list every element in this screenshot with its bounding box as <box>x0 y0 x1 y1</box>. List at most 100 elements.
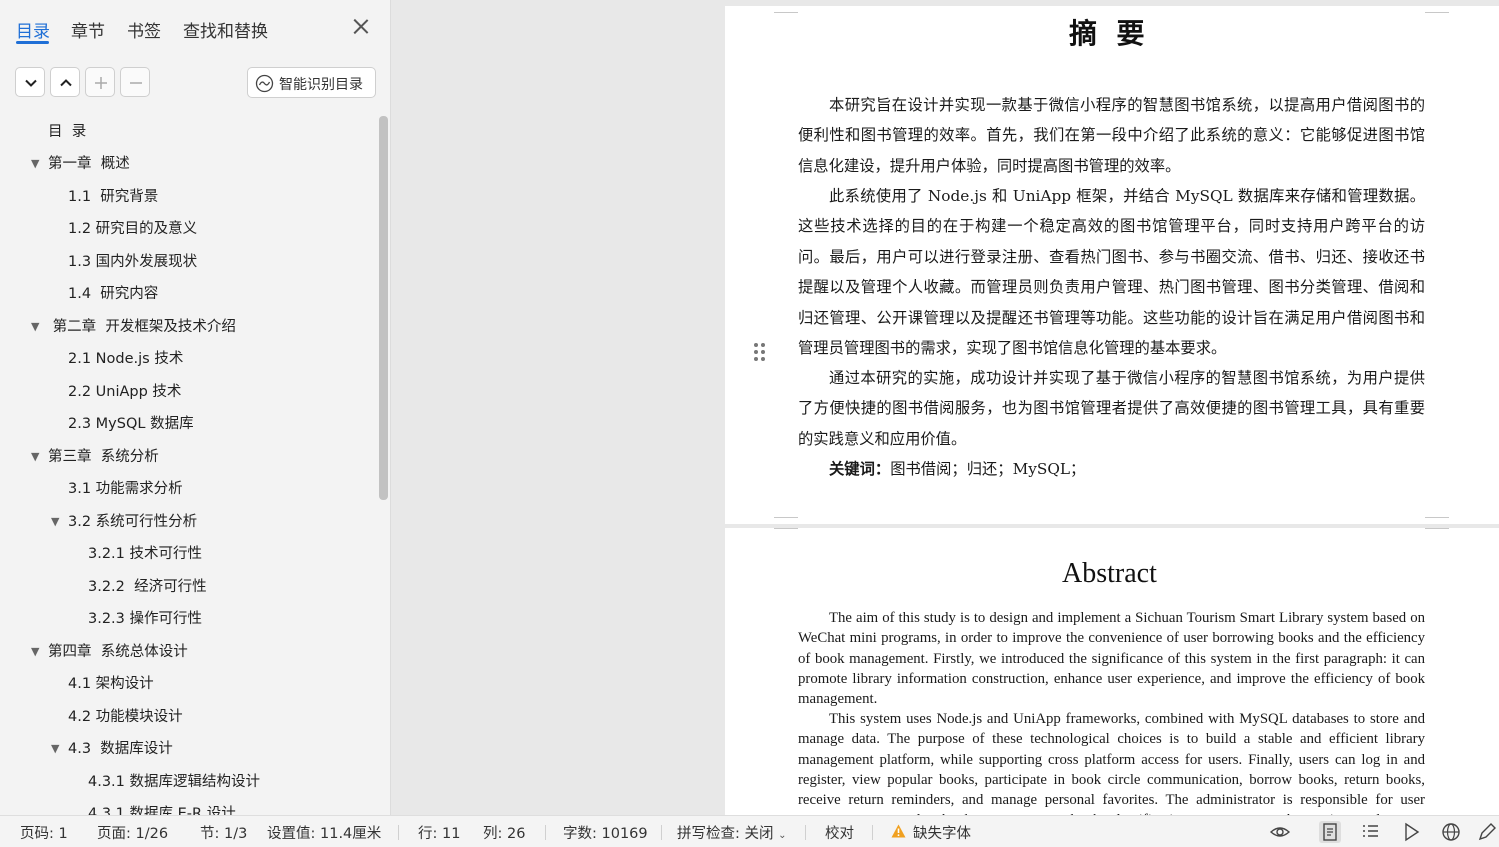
toc-item[interactable]: 4.3.1 数据库逻辑结构设计 <box>0 770 378 794</box>
toc-item-label: 3.1 功能需求分析 <box>68 481 183 497</box>
document-page-2[interactable]: Abstract The aim of this study is to des… <box>725 528 1499 815</box>
toc-item[interactable]: 3.2.2 经济可行性 <box>0 575 378 599</box>
abstract-en-paragraph: This system uses Node.js and UniApp fram… <box>798 711 1425 815</box>
toc-item[interactable]: 2.2 UniApp 技术 <box>0 380 378 404</box>
toc-item[interactable]: 3.2.1 技术可行性 <box>0 542 378 566</box>
add-heading-button[interactable] <box>85 67 115 97</box>
section-indicator: 节: 1/3 <box>200 826 248 842</box>
abstract-en-title: Abstract <box>1062 558 1157 589</box>
abstract-en-paragraph: The aim of this study is to design and i… <box>798 610 1425 708</box>
tab-bookmarks[interactable]: 书签 <box>127 17 161 42</box>
smart-toc-icon <box>255 74 274 93</box>
toc-item[interactable]: ▼ 第一章 概述 <box>0 152 378 176</box>
page-corner-mark <box>1425 6 1449 13</box>
page-view-icon[interactable] <box>1319 821 1341 843</box>
tab-toc[interactable]: 目录 <box>16 17 50 42</box>
row-indicator: 行: 11 <box>418 826 461 842</box>
tab-chapters[interactable]: 章节 <box>71 17 105 42</box>
page-corner-mark <box>774 517 798 524</box>
collapse-arrow-icon[interactable]: ▼ <box>31 646 39 658</box>
toc-item[interactable]: ▼ 第三章 系统分析 <box>0 445 378 469</box>
plus-icon <box>95 77 107 89</box>
toc-item-label: 3.2.2 经济可行性 <box>88 579 207 595</box>
eye-icon[interactable] <box>1269 821 1291 843</box>
toc-item[interactable]: 3.2.3 操作可行性 <box>0 607 378 631</box>
remove-heading-button[interactable] <box>120 67 150 97</box>
collapse-arrow-icon[interactable]: ▼ <box>31 321 39 333</box>
keywords-label: 关键词： <box>829 460 891 478</box>
outline-view-icon[interactable] <box>1359 821 1381 843</box>
collapse-arrow-icon[interactable]: ▼ <box>51 516 59 528</box>
toc-item-label: 4.3 数据库设计 <box>68 741 173 757</box>
collapse-arrow-icon[interactable]: ▼ <box>31 451 39 463</box>
toc-item-label: 2.3 MySQL 数据库 <box>68 416 194 432</box>
toc-item-label: 第二章 开发框架及技术介绍 <box>48 319 236 335</box>
active-tab-indicator <box>16 41 49 44</box>
status-bar: 页码: 1 页面: 1/26 节: 1/3 设置值: 11.4厘米 行: 11 … <box>0 815 1499 847</box>
toc-item-label: 4.3.1 数据库逻辑结构设计 <box>88 774 261 790</box>
toc-item-label: 第一章 概述 <box>48 156 130 172</box>
toc-item-label: 3.2.3 操作可行性 <box>88 611 203 627</box>
page-corner-mark <box>774 6 798 13</box>
tab-find-replace[interactable]: 查找和替换 <box>183 17 268 42</box>
toc-tree: 目 录 ▼ 第一章 概述 1.1 研究背景 1.2 研究目的及意义 1.3 国内外发展现状… <box>0 116 378 815</box>
toc-item-label: 1.2 研究目的及意义 <box>68 221 198 237</box>
toc-item[interactable]: 4.2 功能模块设计 <box>0 705 378 729</box>
toc-item-label: 第三章 系统分析 <box>48 449 159 465</box>
page-corner-mark <box>1425 517 1449 524</box>
collapse-arrow-icon[interactable]: ▼ <box>51 743 59 755</box>
toc-item-label: 1.3 国内外发展现状 <box>68 254 198 270</box>
divider <box>872 825 873 840</box>
document-page-1[interactable]: 摘 要 本研究旨在设计并实现一款基于微信小程序的智慧图书馆系统，以提高用户借阅图… <box>725 6 1499 524</box>
abstract-cn-paragraph: 此系统使用了 Node.js 和 UniApp 框架，并结合 MySQL 数据库… <box>798 187 1425 358</box>
word-count[interactable]: 字数: 10169 <box>563 822 648 843</box>
spell-check-toggle[interactable]: 拼写检查: 关闭 ⌄ <box>677 822 787 843</box>
toc-item-label: 第四章 系统总体设计 <box>48 644 188 660</box>
page-code: 页码: 1 <box>20 826 68 842</box>
missing-font-button[interactable]: 缺失字体 <box>913 822 971 843</box>
toc-item[interactable]: ▼ 第二章 开发框架及技术介绍 <box>0 315 378 339</box>
toc-item[interactable]: ▼ 第四章 系统总体设计 <box>0 640 378 664</box>
toc-item[interactable]: 3.1 功能需求分析 <box>0 477 378 501</box>
globe-icon[interactable] <box>1440 821 1462 843</box>
page-indicator[interactable]: 页面: 1/26 <box>97 822 168 843</box>
toc-item[interactable]: ▼ 3.2 系统可行性分析 <box>0 510 378 534</box>
keywords-value: 图书借阅；归还；MySQL； <box>890 460 1086 478</box>
toc-item[interactable]: 2.1 Node.js 技术 <box>0 347 378 371</box>
toc-item-label: 4.3.1 数据库 E-R 设计 <box>88 806 236 815</box>
toc-item-label: 1.4 研究内容 <box>68 286 159 302</box>
toc-item-label: 2.1 Node.js 技术 <box>68 351 184 367</box>
keywords-line: 关键词：图书借阅；归还；MySQL； <box>829 454 1085 484</box>
nav-tabs: 目录 章节 书签 查找和替换 <box>0 0 391 56</box>
page-corner-mark <box>774 528 798 529</box>
navigation-pane: 目录 章节 书签 查找和替换 智能识别目录 目 录 ▼ 第一章 概述 1.1 研究背景… <box>0 0 391 815</box>
smart-toc-button[interactable]: 智能识别目录 <box>247 67 376 98</box>
spell-check-label: 拼写检查: 关闭 <box>677 826 774 842</box>
page-corner-mark <box>1425 528 1449 529</box>
drag-handle-icon[interactable] <box>754 343 768 365</box>
chevron-up-icon <box>60 79 72 87</box>
toc-item-label: 目 录 <box>48 124 87 140</box>
toc-item[interactable]: 1.3 国内外发展现状 <box>0 250 378 274</box>
collapse-all-button[interactable] <box>50 67 80 97</box>
pen-icon[interactable] <box>1476 821 1498 843</box>
abstract-cn-title: 摘 要 <box>1069 17 1145 50</box>
close-icon[interactable] <box>350 16 372 38</box>
collapse-arrow-icon[interactable]: ▼ <box>31 158 39 170</box>
toc-item[interactable]: 1.1 研究背景 <box>0 185 378 209</box>
toc-item[interactable]: 4.3.1 数据库 E-R 设计 <box>0 802 378 815</box>
toc-item[interactable]: ▼ 4.3 数据库设计 <box>0 737 378 761</box>
toc-item[interactable]: 1.4 研究内容 <box>0 282 378 306</box>
toc-item[interactable]: 2.3 MySQL 数据库 <box>0 412 378 436</box>
play-icon[interactable] <box>1400 821 1422 843</box>
toc-item-label: 3.2 系统可行性分析 <box>68 514 198 530</box>
toc-item[interactable]: 1.2 研究目的及意义 <box>0 217 378 241</box>
toc-item[interactable]: 4.1 架构设计 <box>0 672 378 696</box>
toc-item-label: 4.2 功能模块设计 <box>68 709 183 725</box>
toc-scrollbar[interactable] <box>379 116 388 500</box>
chevron-down-icon: ⌄ <box>778 830 787 841</box>
toc-item[interactable]: 目 录 <box>0 120 378 144</box>
proofread-button[interactable]: 校对 <box>825 822 854 843</box>
abstract-cn-paragraph: 本研究旨在设计并实现一款基于微信小程序的智慧图书馆系统，以提高用户借阅图书的便利… <box>798 96 1425 175</box>
expand-all-button[interactable] <box>15 67 45 97</box>
